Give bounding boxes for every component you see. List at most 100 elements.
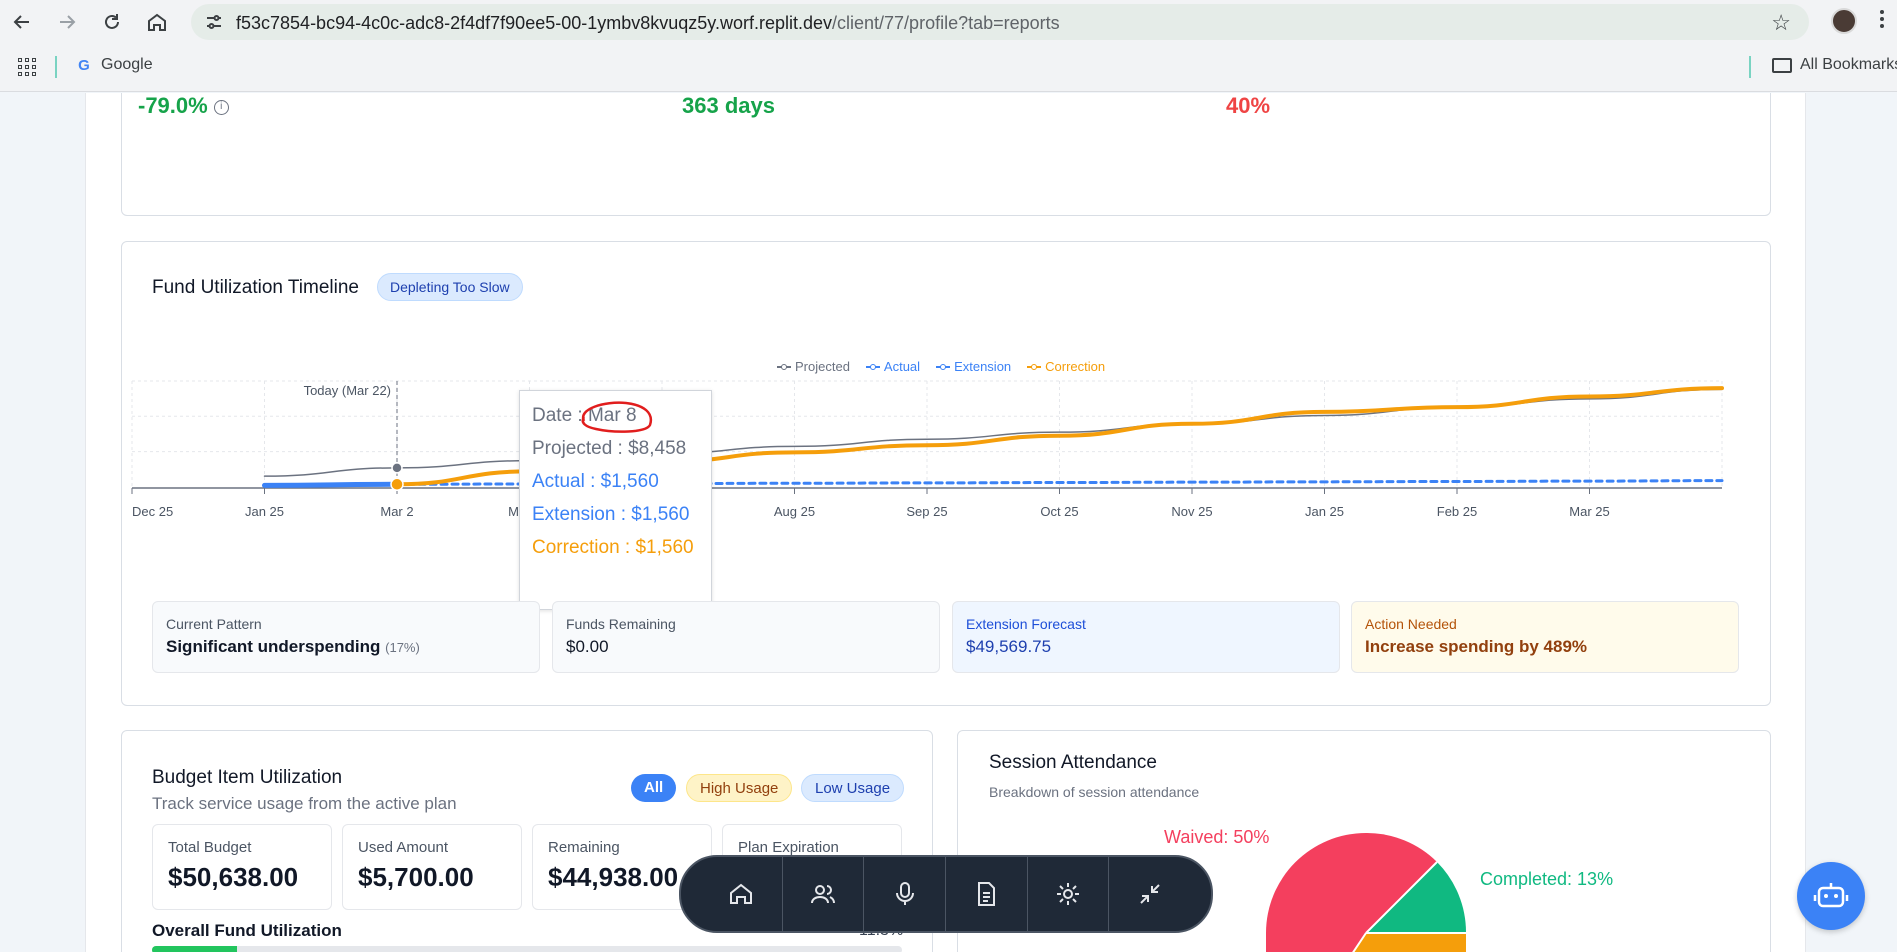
hover-point-correction — [390, 477, 404, 492]
timeline-title: Fund Utilization Timeline — [152, 277, 359, 298]
document-icon — [978, 882, 996, 906]
attendance-subtitle: Breakdown of session attendance — [989, 784, 1200, 800]
back-arrow-icon[interactable] — [6, 6, 38, 38]
chart-tooltip: Date : Mar 8 Projected : $8,458 Actual :… — [519, 390, 712, 610]
x-axis-tick-label: Mar 25 — [1569, 504, 1609, 519]
google-logo-icon: G — [78, 56, 90, 74]
legend-projected-label: Projected — [795, 359, 850, 374]
budget-subtitle: Track service usage from the active plan — [152, 794, 457, 813]
stats-card — [121, 93, 1771, 216]
page-content: -79.0% i 363 days 40% Fund Utilization Ti… — [0, 93, 1897, 952]
profile-avatar[interactable] — [1831, 8, 1857, 34]
reload-icon[interactable] — [96, 6, 128, 38]
remaining-value: $44,938.00 — [548, 862, 679, 892]
funds-remaining-box: Funds Remaining $0.00 — [552, 601, 940, 673]
legend-correction-marker — [1027, 362, 1042, 372]
dock-document-button[interactable] — [946, 855, 1028, 933]
overall-utilization-track — [152, 946, 902, 952]
all-bookmarks-label: All Bookmarks — [1800, 56, 1897, 73]
bookmarks-separator — [55, 56, 57, 78]
current-pattern-box: Current Pattern Significant underspendin… — [152, 601, 540, 673]
legend-projected-marker — [777, 362, 791, 372]
x-axis-tick-label: Nov 25 — [1171, 504, 1212, 519]
floating-dock — [679, 855, 1213, 933]
home-icon[interactable] — [141, 6, 173, 38]
budget-title: Budget Item Utilization — [152, 767, 343, 788]
filter-high-usage-button[interactable]: High Usage — [686, 774, 793, 802]
pie-slice-waived[interactable] — [1266, 833, 1366, 952]
legend-extension-marker — [936, 362, 951, 372]
current-pattern-pct: (17%) — [385, 640, 420, 655]
collapse-icon — [1140, 884, 1160, 904]
stat-burn-rate: -79.0% i — [138, 93, 229, 119]
address-bar[interactable]: f53c7854-bc94-4c0c-adc8-2f4df7f90ee5-00-… — [191, 4, 1809, 40]
used-amount-box: Used Amount $5,700.00 — [342, 824, 522, 910]
x-axis-tick-label: Mar 2 — [380, 504, 413, 519]
completed-label: Completed: 13% — [1480, 869, 1614, 889]
tooltip-correction: Correction : $1,560 — [532, 537, 694, 558]
red-circle-annotation — [581, 401, 653, 433]
x-axis-tick-label: Aug 25 — [774, 504, 815, 519]
home-icon — [730, 883, 753, 904]
waived-label: Waived: 50% — [1164, 827, 1270, 847]
site-settings-icon[interactable] — [204, 12, 224, 32]
current-pattern-text: Significant underspending — [166, 637, 381, 656]
robot-icon — [1813, 883, 1849, 908]
extension-forecast-value: $49,569.75 — [966, 637, 1052, 656]
status-badge: Depleting Too Slow — [377, 273, 523, 301]
legend-actual[interactable]: Actual — [865, 359, 920, 374]
x-axis-tick-label: Jan 25 — [1305, 504, 1344, 519]
tooltip-actual: Actual : $1,560 — [532, 471, 659, 492]
dock-microphone-button[interactable] — [864, 855, 947, 933]
x-axis-tick-label: Oct 25 — [1040, 504, 1078, 519]
dock-settings-button[interactable] — [1028, 855, 1110, 933]
bookmark-google-label: Google — [101, 56, 153, 73]
assistant-robot-button[interactable] — [1797, 862, 1865, 930]
total-budget-label: Total Budget — [168, 839, 252, 856]
used-amount-label: Used Amount — [358, 839, 449, 856]
extension-forecast-label: Extension Forecast — [966, 616, 1086, 632]
attendance-pie-chart[interactable] — [1266, 833, 1486, 952]
legend-correction[interactable]: Correction — [1027, 359, 1105, 374]
stat-burn-rate-value: -79.0% — [138, 93, 208, 118]
bookmark-google[interactable]: G Google — [75, 56, 153, 74]
x-axis-tick-label: Sep 25 — [906, 504, 947, 519]
current-pattern-value: Significant underspending (17%) — [166, 637, 526, 657]
action-needed-box: Action Needed Increase spending by 489% — [1351, 601, 1739, 673]
main-container: -79.0% i 363 days 40% Fund Utilization Ti… — [85, 93, 1806, 952]
remaining-label: Remaining — [548, 839, 620, 856]
funds-remaining-label: Funds Remaining — [566, 616, 676, 632]
dock-home-button[interactable] — [701, 855, 783, 933]
overall-utilization-label: Overall Fund Utilization — [152, 921, 342, 940]
action-needed-value: Increase spending by 489% — [1365, 637, 1588, 656]
used-amount-value: $5,700.00 — [358, 862, 474, 892]
legend-projected[interactable]: Projected — [777, 359, 850, 374]
all-bookmarks[interactable]: All Bookmarks — [1772, 56, 1897, 74]
bookmark-star-icon[interactable]: ☆ — [1771, 10, 1791, 36]
legend-extension-label: Extension — [954, 359, 1012, 374]
url-text[interactable]: f53c7854-bc94-4c0c-adc8-2f4df7f90ee5-00-… — [236, 13, 1060, 34]
dock-collapse-button[interactable] — [1109, 855, 1191, 933]
forward-arrow-icon[interactable] — [51, 6, 83, 38]
chart-legend: Projected Actual Extension Correction — [777, 359, 1105, 374]
today-marker-label: Today (Mar 22) — [304, 383, 391, 398]
tooltip-extension: Extension : $1,560 — [532, 504, 690, 525]
dock-users-button[interactable] — [783, 855, 865, 933]
total-budget-box: Total Budget $50,638.00 — [152, 824, 332, 910]
info-icon[interactable]: i — [213, 99, 229, 115]
fund-timeline-chart[interactable]: Dec 25Jan 25Mar 2May 25Jun 25Aug 25Sep 2… — [126, 373, 1746, 573]
series-line-actual — [262, 481, 400, 488]
folder-icon — [1772, 57, 1792, 73]
browser-menu-icon[interactable] — [1880, 10, 1886, 31]
filter-low-usage-button[interactable]: Low Usage — [801, 774, 905, 802]
browser-toolbar: f53c7854-bc94-4c0c-adc8-2f4df7f90ee5-00-… — [0, 0, 1897, 44]
legend-extension[interactable]: Extension — [936, 359, 1011, 374]
tooltip-projected: Projected : $8,458 — [532, 438, 687, 459]
apps-grid-icon[interactable] — [18, 58, 36, 76]
total-budget-value: $50,638.00 — [168, 862, 299, 892]
x-axis-tick-label: Feb 25 — [1437, 504, 1477, 519]
microphone-icon — [895, 882, 914, 905]
filter-all-button[interactable]: All — [631, 774, 677, 802]
hover-point-projected — [391, 462, 403, 474]
action-needed-label: Action Needed — [1365, 616, 1457, 632]
